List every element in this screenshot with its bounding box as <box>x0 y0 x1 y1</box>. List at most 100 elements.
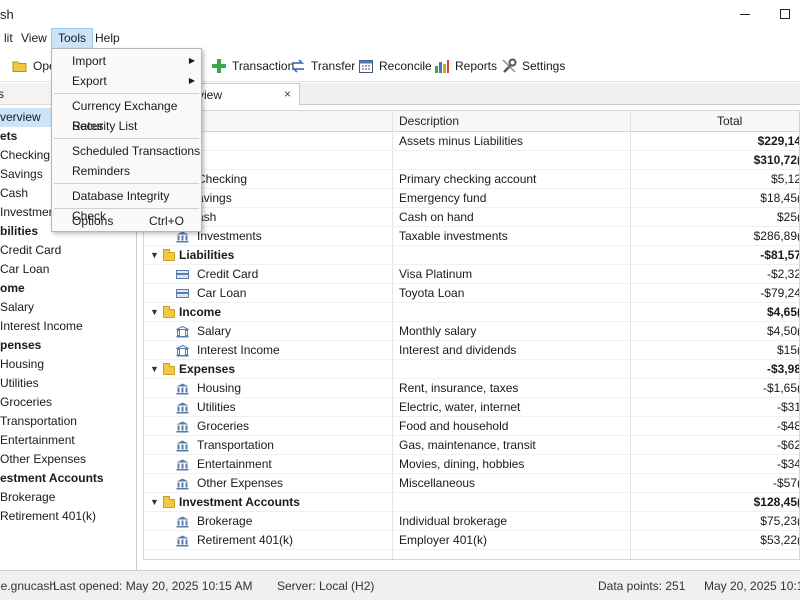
minimize-button[interactable] <box>725 0 765 28</box>
sidebar-item-income[interactable]: ome <box>0 279 25 298</box>
settings-label: Settings <box>522 59 566 73</box>
column-header-total[interactable]: Total <box>717 111 742 132</box>
close-icon[interactable]: × <box>284 87 291 101</box>
menu-help[interactable]: Help <box>89 28 126 49</box>
row-name: Utilities <box>197 400 236 414</box>
menu-item-reminders[interactable]: Reminders <box>52 161 201 181</box>
table-row[interactable]: avings Emergency fund $18,45( <box>144 189 799 208</box>
sidebar-item-salary[interactable]: Salary <box>0 298 34 317</box>
menu-tools[interactable]: Tools <box>51 28 94 49</box>
open-button[interactable]: Ope <box>12 55 56 77</box>
status-date: May 20, 2025 10:15 AM <box>704 579 800 593</box>
table-row[interactable]: Car Loan Toyota Loan -$79,24 <box>144 284 800 303</box>
table-row[interactable]: Salary Monthly salary $4,50( <box>144 322 799 341</box>
sidebar-item-assets[interactable]: ets <box>0 127 17 146</box>
table-row[interactable]: ash Cash on hand $25( <box>144 208 799 227</box>
sidebar-item-utilities[interactable]: Utilities <box>0 374 39 393</box>
bank-icon <box>176 477 189 490</box>
row-description: Rent, insurance, taxes <box>399 381 519 395</box>
expand-arrow-icon[interactable]: ▼ <box>150 493 159 512</box>
sidebar-item-credit-card[interactable]: Credit Card <box>0 241 61 260</box>
settings-button[interactable]: Settings <box>501 55 565 77</box>
table-row[interactable]: Transportation Gas, maintenance, transit -… <box>144 436 799 455</box>
table-row[interactable]: ▼ Expenses -$3,98 <box>144 360 799 379</box>
table-row[interactable]: Other Expenses Miscellaneous -$57( <box>144 474 799 493</box>
reports-button[interactable]: Reports <box>434 55 497 77</box>
sidebar-item-housing[interactable]: Housing <box>0 355 44 374</box>
sidebar-item-retirement-401k[interactable]: Retirement 401(k) <box>0 507 96 526</box>
sidebar-item-expenses[interactable]: penses <box>0 336 41 355</box>
menu-bar: lit View Tools Help <box>0 28 800 49</box>
row-description: Employer 401(k) <box>399 533 488 547</box>
sidebar-item-checking[interactable]: Checking <box>0 146 50 165</box>
row-total: $75,23( <box>760 514 800 528</box>
sidebar-item-entertainment[interactable]: Entertainment <box>0 431 75 450</box>
maximize-button[interactable] <box>765 0 800 28</box>
menu-item-database-integrity-check[interactable]: Database Integrity Check <box>52 186 201 223</box>
table-row[interactable]: Interest Income Interest and dividends $15… <box>144 341 799 360</box>
row-description: Toyota Loan <box>399 286 465 300</box>
expand-arrow-icon[interactable]: ▼ <box>150 246 159 265</box>
table-row[interactable]: ▼ Income $4,65( <box>144 303 799 322</box>
menu-view[interactable]: View <box>15 28 53 49</box>
menu-separator <box>54 208 199 209</box>
sidebar-item-interest-income[interactable]: Interest Income <box>0 317 83 336</box>
row-name: Investment Accounts <box>179 495 300 509</box>
sidebar-item-other-expenses[interactable]: Other Expenses <box>0 450 86 469</box>
row-description: Movies, dining, hobbies <box>399 457 525 471</box>
bank-icon <box>176 439 189 452</box>
status-last-opened: Last opened: May 20, 2025 10:15 AM <box>53 579 253 593</box>
table-row[interactable]: Checking Primary checking account $5,12 <box>144 170 799 189</box>
row-name: Investments <box>197 229 262 243</box>
table-row[interactable]: Investments Taxable investments $286,89( <box>144 227 799 246</box>
table-row[interactable]: ▼ Investment Accounts $128,45( <box>144 493 800 512</box>
status-server: Server: Local (H2) <box>277 579 375 593</box>
table-row[interactable]: Utilities Electric, water, internet -$31 <box>144 398 799 417</box>
menu-item-options[interactable]: Options Ctrl+O <box>52 211 201 231</box>
income-account-icon <box>176 325 189 338</box>
table-row[interactable]: $310,72( <box>144 151 799 170</box>
row-description: Monthly salary <box>399 324 477 338</box>
menu-item-security-list[interactable]: Security List <box>52 116 201 136</box>
row-description: Visa Platinum <box>399 267 473 281</box>
row-total: -$79,24 <box>760 286 800 300</box>
menu-item-currency-exchange-rates[interactable]: Currency Exchange Rates <box>52 96 201 133</box>
table-row[interactable]: ▼ Liabilities -$81,57 <box>144 246 799 265</box>
reconcile-button[interactable]: Reconcile <box>358 55 432 77</box>
tab-overview[interactable]: rview × <box>187 83 300 105</box>
folder-icon <box>163 249 175 261</box>
table-row[interactable]: Assets minus Liabilities $229,14 <box>144 132 800 151</box>
transfer-button[interactable]: Transfer <box>290 55 355 77</box>
table-row[interactable]: Retirement 401(k) Employer 401(k) $53,22( <box>144 531 799 550</box>
table-header: Description Total <box>144 111 799 132</box>
table-row[interactable]: Groceries Food and household -$48 <box>144 417 799 436</box>
row-total: $128,45( <box>753 495 800 509</box>
menu-item-import[interactable]: Import ▶ <box>52 51 201 71</box>
column-header-description[interactable]: Description <box>399 111 459 132</box>
menu-separator <box>54 183 199 184</box>
submenu-arrow-icon: ▶ <box>188 76 195 85</box>
table-row[interactable]: Housing Rent, insurance, taxes -$1,65( <box>144 379 800 398</box>
sidebar-item-cash[interactable]: Cash <box>0 184 28 203</box>
expand-arrow-icon[interactable]: ▼ <box>150 360 159 379</box>
table-row[interactable]: Credit Card Visa Platinum -$2,32 <box>144 265 799 284</box>
sidebar-item-car-loan[interactable]: Car Loan <box>0 260 49 279</box>
transaction-button[interactable]: Transaction <box>211 55 294 77</box>
row-total: $229,14 <box>757 134 800 148</box>
row-description: Miscellaneous <box>399 476 476 490</box>
menu-item-export[interactable]: Export ▶ <box>52 71 201 91</box>
sidebar-item-investment-accounts[interactable]: estment Accounts <box>0 469 104 488</box>
table-row[interactable]: Brokerage Individual brokerage $75,23( <box>144 512 800 531</box>
sidebar-item-liabilities[interactable]: bilities <box>0 222 38 241</box>
tools-menu-dropdown: Import ▶ Export ▶ Currency Exchange Rate… <box>51 48 202 232</box>
table-row[interactable]: Entertainment Movies, dining, hobbies -$34 <box>144 455 799 474</box>
bar-chart-icon <box>434 58 450 74</box>
sidebar-item-groceries[interactable]: Groceries <box>0 393 52 412</box>
row-description: Electric, water, internet <box>399 400 521 414</box>
menu-item-scheduled-transactions[interactable]: Scheduled Transactions <box>52 141 201 161</box>
expand-arrow-icon[interactable]: ▼ <box>150 303 159 322</box>
sidebar-item-brokerage[interactable]: Brokerage <box>0 488 55 507</box>
sidebar-item-savings[interactable]: Savings <box>0 165 43 184</box>
sidebar-item-transportation[interactable]: Transportation <box>0 412 77 431</box>
row-total: -$1,65( <box>762 381 800 395</box>
